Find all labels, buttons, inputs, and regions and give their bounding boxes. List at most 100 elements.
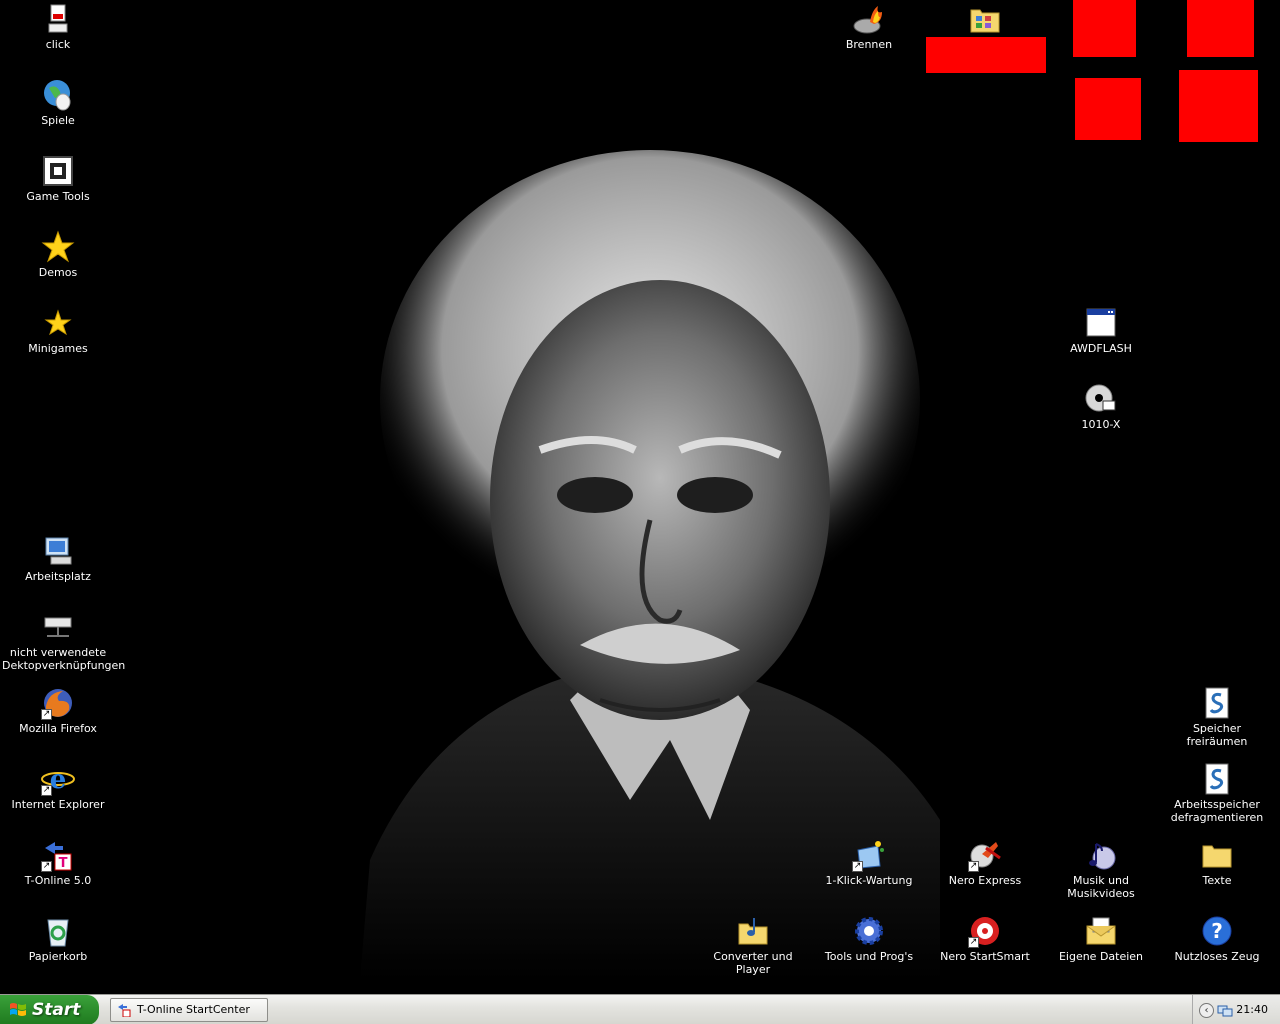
shortcut-arrow-icon: ↗: [852, 861, 863, 872]
desktop-icon-spiele[interactable]: Spiele: [0, 78, 116, 127]
desktop-icon-label: nicht verwendete Dektopverknüpfungen: [2, 646, 126, 672]
red-block-2: [1073, 0, 1136, 57]
desktop-icon-1-klick-wartung[interactable]: ↗ 1-Klick-Wartung: [811, 838, 927, 887]
burn-icon: [853, 6, 882, 34]
start-label: Start: [32, 1000, 81, 1020]
taskbar-button-t-online-startcenter[interactable]: T-Online StartCenter: [110, 998, 268, 1022]
taskbar-button-label: T-Online StartCenter: [137, 1003, 250, 1016]
show-hidden-icons-button[interactable]: ‹: [1199, 1003, 1214, 1018]
clock[interactable]: 21:40: [1236, 995, 1268, 1024]
desktop-icon-label: Texte: [1202, 874, 1232, 887]
gear-icon: [855, 917, 883, 945]
desktop-icon-label: Nutzloses Zeug: [1174, 950, 1260, 963]
nero-express-icon: ↗: [968, 838, 1002, 872]
desktop-icon-label: AWDFLASH: [1070, 342, 1132, 355]
shortcut-arrow-icon: ↗: [41, 785, 52, 796]
star-icon: [41, 230, 75, 263]
desktop-icon-recycle-bin[interactable]: Papierkorb: [0, 914, 116, 963]
desktop-icon-unused-shortcuts[interactable]: nicht verwendete Dektopverknüpfungen: [0, 610, 126, 672]
desktop[interactable]: click Spiele Game Tools Demos Minigames: [0, 0, 1280, 994]
desktop-icon-demos[interactable]: Demos: [0, 230, 116, 279]
desktop-icon-awdflash[interactable]: AWDFLASH: [1043, 306, 1159, 355]
desktop-icon-t-online[interactable]: T ↗ T-Online 5.0: [0, 838, 116, 887]
desktop-icon-label: Minigames: [28, 342, 88, 355]
nero-startsmart-icon: ↗: [968, 914, 1002, 948]
desktop-icon-eigene-dateien[interactable]: Eigene Dateien: [1043, 914, 1159, 963]
music-icon: [1089, 843, 1116, 870]
desktop-icon-label: Arbeitsplatz: [25, 570, 91, 583]
desktop-icon-label: Tools und Prog's: [824, 950, 914, 963]
script-icon: [1205, 687, 1229, 719]
svg-text:T: T: [59, 856, 68, 871]
shortcut-arrow-icon: ↗: [41, 861, 52, 872]
globe-mouse-icon: [44, 80, 71, 111]
desktop-icon-1010x[interactable]: 1010-X: [1043, 382, 1159, 431]
internet-explorer-icon: e ↗: [41, 762, 75, 796]
click-icon: [48, 4, 68, 33]
game-tools-icon: [43, 156, 73, 186]
t-online-icon: [118, 1004, 131, 1017]
desktop-icon-musik[interactable]: Musik und Musikvideos: [1043, 838, 1159, 900]
desktop-icon-speicher-freiraeumen[interactable]: Speicher freiräumen: [1159, 686, 1275, 748]
red-block-5: [1179, 70, 1258, 142]
svg-text:?: ?: [1211, 919, 1223, 943]
desktop-icon-nero-startsmart[interactable]: ↗ Nero StartSmart: [927, 914, 1043, 963]
windows-logo-icon: [10, 1003, 26, 1016]
desktop-icon-converter-player[interactable]: Converter und Player: [695, 914, 811, 976]
my-documents-icon: [1086, 917, 1116, 945]
desktop-icon-programs-folder[interactable]: [927, 2, 1043, 38]
folder-music-icon: [738, 918, 768, 945]
t-online-icon: T ↗: [41, 838, 75, 872]
desktop-icon-label: Demos: [38, 266, 78, 279]
desktop-icon-label: Converter und Player: [713, 950, 793, 976]
desktop-icon-click[interactable]: click: [0, 2, 116, 51]
desktop-icon-nutzloses-zeug[interactable]: ? Nutzloses Zeug: [1159, 914, 1275, 963]
desktop-icon-firefox[interactable]: ↗ Mozilla Firefox: [0, 686, 116, 735]
desktop-icon-label: 1-Klick-Wartung: [825, 874, 913, 887]
start-button[interactable]: Start: [0, 995, 99, 1024]
desktop-icon-label: Mozilla Firefox: [19, 722, 97, 735]
cd-icon: [1085, 384, 1116, 412]
shortcut-arrow-icon: ↗: [41, 709, 52, 720]
desktop-icon-label: Musik und Musikvideos: [1067, 874, 1135, 900]
recycle-bin-icon: [47, 919, 69, 947]
firefox-icon: ↗: [41, 686, 75, 720]
maintenance-icon: ↗: [852, 838, 886, 872]
desktop-icon-minigames[interactable]: Minigames: [0, 306, 116, 355]
desktop-icon-label: Speicher freiräumen: [1186, 722, 1248, 748]
desktop-icon-tools-progs[interactable]: Tools und Prog's: [811, 914, 927, 963]
red-block-1: [926, 37, 1046, 73]
folder-programs-icon: [970, 9, 1000, 33]
shortcut-arrow-icon: ↗: [968, 937, 979, 948]
red-block-3: [1187, 0, 1254, 57]
desktop-icon-label: 1010-X: [1081, 418, 1121, 431]
svg-text:e: e: [50, 765, 67, 795]
network-icon[interactable]: [1217, 1002, 1233, 1018]
desktop-icon-arbeitsspeicher-defrag[interactable]: Arbeitsspeicher defragmentieren: [1159, 762, 1275, 824]
desktop-icon-label: Brennen: [845, 38, 893, 51]
desktop-icon-label: Internet Explorer: [11, 798, 105, 811]
desktop-icon-label: Game Tools: [26, 190, 90, 203]
desktop-icon-texte[interactable]: Texte: [1159, 838, 1275, 887]
desktop-icon-arbeitsplatz[interactable]: Arbeitsplatz: [0, 534, 116, 583]
star-icon: [44, 309, 72, 336]
desktop-icon-label: Arbeitsspeicher defragmentieren: [1170, 798, 1264, 824]
folder-icon: [1202, 845, 1232, 868]
desktop-icon-label: Eigene Dateien: [1058, 950, 1144, 963]
desktop-icon-nero-express[interactable]: ↗ Nero Express: [927, 838, 1043, 887]
desktop-icon-game-tools[interactable]: Game Tools: [0, 154, 116, 203]
desktop-icon-label: Nero Express: [948, 874, 1022, 887]
desktop-icon-brennen[interactable]: Brennen: [811, 2, 927, 51]
my-computer-icon: [45, 537, 72, 565]
help-icon: ?: [1202, 916, 1232, 946]
desktop-icon-label: Spiele: [41, 114, 75, 127]
desktop-icon-label: T-Online 5.0: [24, 874, 92, 887]
desktop-icon-internet-explorer[interactable]: e ↗ Internet Explorer: [0, 762, 116, 811]
network-drive-icon: [44, 617, 72, 637]
script-icon: [1205, 763, 1229, 795]
desktop-icon-label: Nero StartSmart: [940, 950, 1030, 963]
taskbar: Start T-Online StartCenter ‹ 21:40: [0, 994, 1280, 1024]
shortcut-arrow-icon: ↗: [968, 861, 979, 872]
desktop-icon-label: click: [45, 38, 71, 51]
system-tray: ‹ 21:40: [1192, 995, 1280, 1024]
